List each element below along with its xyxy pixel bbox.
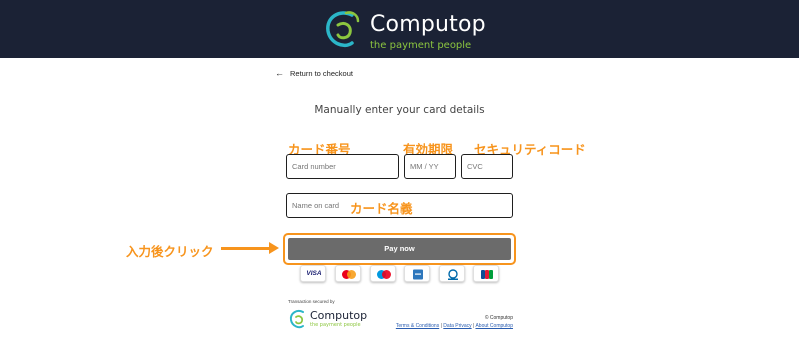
visa-label: VISA — [306, 270, 322, 277]
footer-brand-tagline: the payment people — [310, 322, 361, 328]
jcb-icon — [473, 265, 499, 282]
diners-club-icon — [439, 265, 465, 282]
terms-link[interactable]: Terms & Conditions — [396, 323, 439, 329]
footer-links: Terms & Conditions | Data Privacy | Abou… — [388, 323, 513, 329]
secured-by-label: Transaction secured by — [288, 299, 335, 304]
computop-logo-icon — [326, 11, 360, 48]
annotation-name: カード名義 — [350, 201, 413, 216]
header-bar: Computop the payment people — [0, 0, 799, 58]
computop-logo: Computop the payment people — [322, 7, 486, 53]
pay-now-button[interactable]: Pay now — [288, 238, 511, 260]
annotation-pay-instruction: 入力後クリック — [126, 244, 214, 259]
arrow-left-icon: ← — [275, 68, 284, 78]
mastercard-icon — [335, 265, 361, 282]
maestro-icon — [370, 265, 396, 282]
return-to-checkout-label: Return to checkout — [290, 69, 353, 78]
annotation-arrow-line — [221, 247, 271, 250]
brand-name: Computop — [370, 12, 486, 37]
data-privacy-link[interactable]: Data Privacy — [443, 323, 471, 329]
footer-computop-logo: Computop the payment people — [288, 307, 368, 331]
expiry-input[interactable] — [404, 154, 456, 179]
card-number-input[interactable] — [286, 154, 399, 179]
about-computop-link[interactable]: About Computop — [475, 323, 513, 329]
copyright-text: © Computop — [484, 315, 513, 321]
annotation-arrow-head-icon — [269, 242, 279, 254]
brand-tagline: the payment people — [370, 40, 472, 51]
return-to-checkout-link[interactable]: ← Return to checkout — [275, 68, 353, 78]
amex-icon — [404, 265, 430, 282]
cvc-input[interactable] — [461, 154, 513, 179]
footer-brand-name: Computop — [310, 309, 368, 322]
footer-logo-icon — [289, 310, 304, 329]
visa-icon: VISA — [300, 265, 326, 282]
page-title: Manually enter your card details — [314, 104, 485, 116]
link-separator: | — [440, 323, 442, 329]
